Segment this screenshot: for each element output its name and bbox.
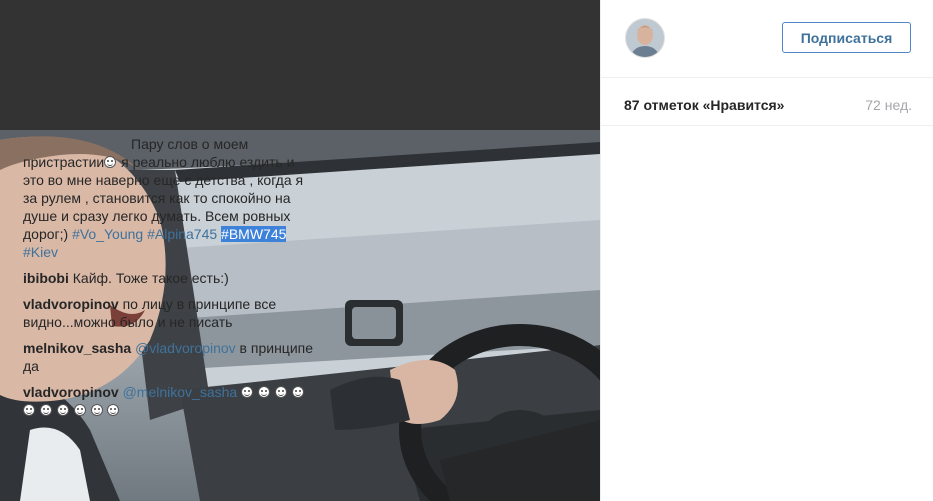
post-timestamp[interactable]: 72 нед. xyxy=(865,97,912,113)
comment-username[interactable]: vladvoropinov xyxy=(23,384,119,400)
comment-username[interactable]: vladvoropinov xyxy=(23,296,119,312)
hashtag-vo-young[interactable]: #Vo_Young xyxy=(72,226,143,242)
comment-item: vladvoropinov @melnikov_sasha xyxy=(23,383,313,419)
smile-emoji-icon xyxy=(257,386,270,398)
smile-emoji-icon xyxy=(107,404,120,416)
smile-emoji-icon xyxy=(90,404,103,416)
comment-text: Кайф. Тоже такое есть:) xyxy=(72,270,229,286)
comment-item: melnikov_sasha @vladvoropinov в принципе… xyxy=(23,339,313,375)
comment-item: ibibobi Кайф. Тоже такое есть:) xyxy=(23,269,313,287)
comment-mention[interactable]: @vladvoropinov xyxy=(135,340,236,356)
avatar-image xyxy=(626,19,664,57)
follow-button[interactable]: Подписаться xyxy=(782,22,911,53)
smile-emoji-icon xyxy=(39,404,52,416)
post-stats: 87 отметок «Нравится» 72 нед. xyxy=(601,78,933,126)
post-side-panel: Подписаться 87 отметок «Нравится» 72 нед… xyxy=(600,0,933,501)
media-letterbox xyxy=(0,0,600,130)
comment-username[interactable]: ibibobi xyxy=(23,270,69,286)
post-caption: Пару слов о моем пристрастии я реально л… xyxy=(23,135,313,261)
smile-emoji-icon xyxy=(241,386,254,398)
hashtag-bmw745[interactable]: #BMW745 xyxy=(221,226,287,242)
likes-count[interactable]: 87 отметок «Нравится» xyxy=(624,97,784,113)
smile-emoji-icon xyxy=(23,404,35,416)
smile-emoji-icon xyxy=(291,386,304,398)
smile-emoji-icon xyxy=(104,156,117,168)
comment-mention[interactable]: @melnikov_sasha xyxy=(123,384,238,400)
comment-username[interactable]: melnikov_sasha xyxy=(23,340,131,356)
smile-emoji-icon xyxy=(56,404,69,416)
comments-list: Пару слов о моем пристрастии я реально л… xyxy=(23,135,313,427)
user-avatar-icon[interactable] xyxy=(625,18,665,58)
smile-emoji-icon xyxy=(73,404,86,416)
smile-emoji-icon xyxy=(274,386,287,398)
comment-item: vladvoropinov по лицу в принципе все вид… xyxy=(23,295,313,331)
post-header: Подписаться xyxy=(601,0,933,78)
hashtag-kiev[interactable]: #Kiev xyxy=(23,244,58,260)
hashtag-alpina745[interactable]: #Alpina745 xyxy=(147,226,217,242)
